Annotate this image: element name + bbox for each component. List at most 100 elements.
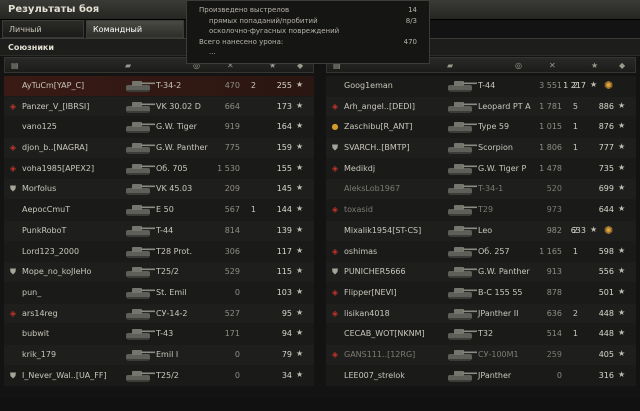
frags-value: 1: [250, 205, 256, 215]
tank-icon: [448, 287, 477, 299]
tooltip-row: осколочно-фугасных повреждений: [193, 27, 423, 38]
player-row[interactable]: bubwit T-43 171 94 ★: [4, 324, 314, 345]
player-row[interactable]: ◈ oshimas Об. 257 1 165 1 598 ★: [326, 241, 636, 263]
player-row[interactable]: krik_179 Emil I 0 79 ★: [4, 344, 314, 366]
xp-value: 556: [598, 267, 614, 277]
player-name[interactable]: GANS111..[12RG]: [344, 350, 415, 359]
frags-sort-icon[interactable]: ✕: [549, 61, 556, 70]
player-row[interactable]: ◈ Panzer_V_[IBRSI] VK 30.02 D 664 173 ★: [4, 96, 314, 118]
medals-sort-icon[interactable]: ◆: [619, 61, 625, 70]
player-row[interactable]: ⛊ Mope_no_koJleHo T25/2 529 115 ★: [4, 262, 314, 283]
damage-value: 259: [546, 349, 562, 359]
player-row[interactable]: Goog1eman T-44 3 551 2 1 217 ★ ✺: [326, 76, 636, 97]
player-row[interactable]: LEE007_strelok JPanther 0 316 ★: [326, 365, 636, 387]
damage-value: 973: [546, 205, 562, 215]
player-name[interactable]: voha1985[APEX2]: [22, 164, 94, 173]
player-row[interactable]: ⛊ Morfolus VK 45.03 209 145 ★: [4, 179, 314, 201]
clan-medal-icon: ●: [331, 122, 339, 132]
player-row[interactable]: АеросСmuT E 50 567 1 144 ★: [4, 200, 314, 221]
damage-value: 171: [224, 329, 240, 339]
platoon-icon: ◈: [331, 205, 339, 215]
player-row[interactable]: ◈ ars14reg СУ-14-2 527 95 ★: [4, 303, 314, 325]
player-row[interactable]: ◈ GANS111..[12RG] СУ-100М1 259 405 ★: [326, 344, 636, 366]
player-row[interactable]: ⛊ SVARCH..[BMTP] Scorpion 1 806 1 777 ★: [326, 138, 636, 159]
damage-value: 306: [224, 246, 240, 256]
player-row[interactable]: AyTuCm[YAP_C] T-34-2 470 2 255 ★: [4, 76, 314, 97]
player-name[interactable]: SVARCH..[BMTP]: [344, 143, 410, 152]
xp-star-icon: ★: [618, 286, 626, 296]
xp-sort-icon[interactable]: ★: [591, 61, 598, 70]
achievement-medal-icon[interactable]: ✺: [604, 79, 613, 92]
player-name[interactable]: Lord123_2000: [22, 247, 79, 256]
tank-sort-icon[interactable]: ▰: [447, 61, 453, 70]
player-name[interactable]: Mixalik1954[ST-CS]: [344, 226, 421, 235]
platoon-icon: ◈: [9, 143, 17, 153]
player-name[interactable]: oshimas: [344, 247, 377, 256]
player-row[interactable]: AleksLob1967 T-34-1 520 699 ★: [326, 179, 636, 201]
player-name[interactable]: AleksLob1967: [344, 184, 400, 193]
player-row[interactable]: ◈ djon_b..[NAGRA] G.W. Panther 775 159 ★: [4, 138, 314, 159]
player-row[interactable]: ● Zaschibu[R_ANT] Type 59 1 015 1 876 ★: [326, 117, 636, 139]
player-row[interactable]: PunkRoboT T-44 814 139 ★: [4, 220, 314, 242]
player-row[interactable]: ◈ lisikan4018 JPanther II 636 2 448 ★: [326, 303, 636, 325]
player-name[interactable]: vano125: [22, 122, 57, 131]
tank-icon: [448, 101, 477, 113]
player-name[interactable]: АеросСmuT: [22, 205, 70, 214]
platoon-icon: ◈: [331, 163, 339, 173]
player-name[interactable]: I_Never_Wal..[UA_FF]: [22, 371, 107, 380]
player-name[interactable]: Morfolus: [22, 184, 56, 193]
xp-value: 886: [598, 101, 614, 111]
tank-sort-icon[interactable]: ▰: [125, 61, 131, 70]
tank-icon: [126, 267, 155, 279]
player-row[interactable]: ⛊ I_Never_Wal..[UA_FF] T25/2 0 34 ★: [4, 365, 314, 387]
xp-star-icon: ★: [296, 224, 304, 234]
player-row[interactable]: ◈ Flipper[NEVI] B-C 155 55 878 501 ★: [326, 282, 636, 304]
player-name[interactable]: PunkRoboT: [22, 226, 66, 235]
player-name[interactable]: Arh_angel..[DEDI]: [344, 102, 415, 111]
frags-value: 2: [572, 308, 578, 318]
player-row[interactable]: Mixalik1954[ST-CS] Leo 982 2 633 ★ ✺: [326, 220, 636, 242]
damage-value: 567: [224, 205, 240, 215]
damage-sort-icon[interactable]: ◎: [515, 61, 522, 70]
player-name[interactable]: Panzer_V_[IBRSI]: [22, 102, 89, 111]
tab-personal-result[interactable]: Личный результат: [2, 20, 84, 52]
empty-badge: [8, 247, 18, 257]
player-name[interactable]: LEE007_strelok: [344, 371, 405, 380]
bottom-strip: [0, 398, 640, 411]
tank-icon: [448, 184, 477, 196]
player-name[interactable]: pun_: [22, 288, 41, 297]
player-name[interactable]: PUNICHER5666: [344, 267, 406, 276]
xp-star-icon: ★: [296, 100, 304, 110]
player-name[interactable]: Zaschibu[R_ANT]: [344, 122, 413, 131]
player-name[interactable]: lisikan4018: [344, 309, 390, 318]
player-row[interactable]: ◈ toxasid T29 973 644 ★: [326, 200, 636, 221]
player-name[interactable]: djon_b..[NAGRA]: [22, 143, 88, 152]
tab-team-result[interactable]: Командный результат: [86, 20, 184, 52]
player-name[interactable]: Goog1eman: [344, 81, 393, 90]
achievement-medal-icon[interactable]: ✺: [604, 224, 613, 237]
player-name[interactable]: krik_179: [22, 350, 56, 359]
player-name[interactable]: Mope_no_koJleHo: [22, 267, 91, 276]
player-row[interactable]: ⛊ PUNICHER5666 G.W. Panther 913 556 ★: [326, 262, 636, 283]
player-name[interactable]: CECAB_WOT[NKNM]: [344, 329, 425, 338]
damage-value: 1 781: [539, 101, 562, 111]
player-name[interactable]: Medikdj: [344, 164, 375, 173]
tank-name: T-34-1: [478, 184, 504, 194]
tank-icon: [448, 267, 477, 279]
player-row[interactable]: CECAB_WOT[NKNM] T32 514 1 448 ★: [326, 324, 636, 345]
player-name[interactable]: toxasid: [344, 205, 373, 214]
result-tabs: Личный результат Командный результат: [0, 20, 186, 52]
player-row[interactable]: ◈ voha1985[APEX2] Об. 705 1 530 155 ★: [4, 158, 314, 180]
player-row[interactable]: Lord123_2000 T28 Prot. 306 117 ★: [4, 241, 314, 263]
player-name[interactable]: ars14reg: [22, 309, 58, 318]
clan-icon[interactable]: ▤: [11, 61, 19, 70]
clan-shield-icon: ⛊: [10, 184, 16, 194]
xp-star-icon: ★: [296, 266, 304, 276]
player-name[interactable]: Flipper[NEVI]: [344, 288, 397, 297]
player-name[interactable]: bubwit: [22, 329, 49, 338]
player-row[interactable]: pun_ St. Emil 0 103 ★: [4, 282, 314, 304]
player-row[interactable]: ◈ Medikdj G.W. Tiger P 1 478 735 ★: [326, 158, 636, 180]
player-row[interactable]: vano125 G.W. Tiger 919 164 ★: [4, 117, 314, 139]
player-row[interactable]: ◈ Arh_angel..[DEDI] Leopard PT A 1 781 5 886 ★: [326, 96, 636, 118]
player-name[interactable]: AyTuCm[YAP_C]: [22, 81, 84, 90]
